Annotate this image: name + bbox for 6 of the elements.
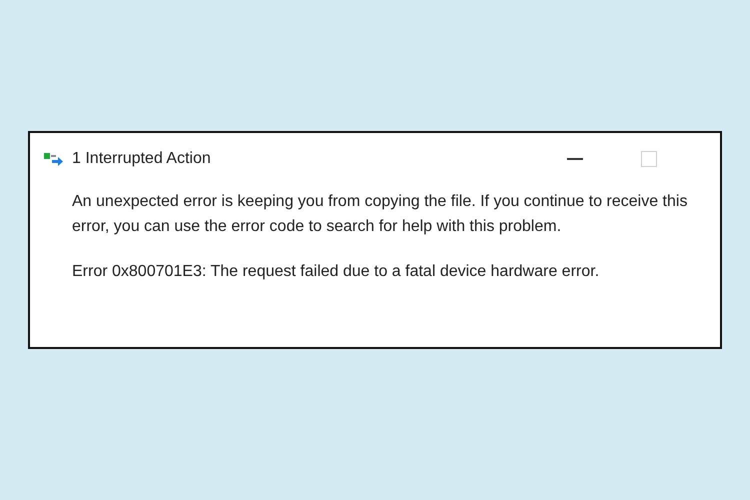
copy-arrow-icon: [44, 152, 64, 166]
error-code-text: Error 0x800701E3: The request failed due to a fatal device hardware error.: [72, 262, 600, 282]
maximize-icon: [641, 151, 657, 167]
error-message: An unexpected error is keeping you from copying the file. If you continue to receive this error, you can use the error code to search for help with this problem.: [72, 192, 688, 237]
window-title: 1 Interrupted Action: [72, 150, 212, 168]
minimize-icon: [567, 158, 583, 160]
